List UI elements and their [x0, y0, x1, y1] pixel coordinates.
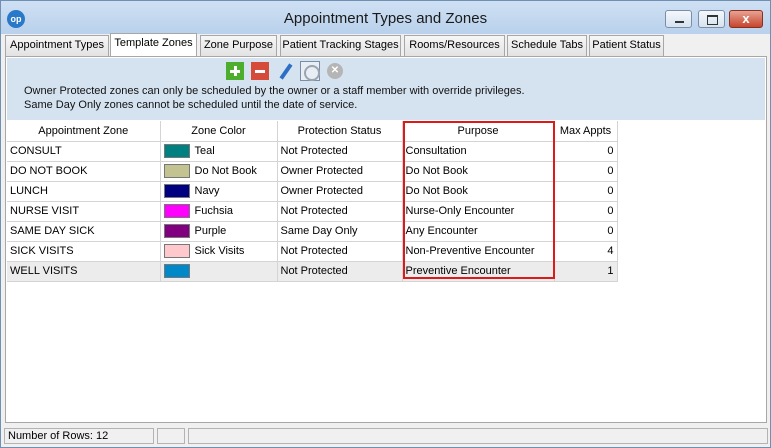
purpose-cell[interactable]: Nurse-Only Encounter — [402, 201, 555, 222]
purpose-cell[interactable]: Do Not Book — [402, 161, 555, 182]
color-name: Navy — [194, 184, 220, 197]
tab-zone-purpose[interactable]: Zone Purpose — [200, 35, 277, 56]
title-bar: op Appointment Types and Zones x — [1, 1, 770, 34]
max-appts-cell[interactable]: 0 — [554, 201, 618, 222]
color-name: Do Not Book — [194, 164, 257, 177]
row-count-status: Number of Rows: 12 — [4, 428, 154, 444]
max-appts-cell[interactable]: 4 — [554, 241, 618, 262]
tab-bar: Appointment Types Template Zones Zone Pu… — [5, 33, 765, 56]
maximize-button[interactable] — [698, 10, 725, 28]
zone-cell[interactable]: WELL VISITS — [7, 261, 161, 282]
protection-cell[interactable]: Not Protected — [277, 241, 403, 262]
max-appts-cell[interactable]: 0 — [554, 221, 618, 242]
tab-rooms-resources[interactable]: Rooms/Resources — [404, 35, 505, 56]
header-protection-status[interactable]: Protection Status — [277, 121, 403, 142]
status-panel-3 — [188, 428, 768, 444]
purpose-cell[interactable]: Preventive Encounter — [402, 261, 555, 282]
minimize-button[interactable] — [665, 10, 692, 28]
close-button[interactable]: x — [729, 10, 763, 28]
header-zone-color[interactable]: Zone Color — [160, 121, 278, 142]
color-swatch — [163, 144, 190, 158]
zones-table: Appointment Zone Zone Color Protection S… — [7, 121, 618, 282]
color-cell[interactable]: Teal — [160, 141, 278, 162]
tab-patient-tracking-stages[interactable]: Patient Tracking Stages — [280, 35, 401, 56]
zone-cell[interactable]: LUNCH — [7, 181, 161, 202]
table-row[interactable]: SICK VISITS Sick Visits Not Protected Non-P… — [7, 241, 618, 262]
protection-cell[interactable]: Owner Protected — [277, 161, 403, 182]
color-cell[interactable] — [160, 261, 278, 282]
color-swatch — [163, 164, 190, 178]
color-cell[interactable]: Do Not Book — [160, 161, 278, 182]
toolbar: Owner Protected zones can only be schedu… — [7, 58, 765, 120]
delete-icon[interactable] — [250, 61, 270, 81]
table-header-row: Appointment Zone Zone Color Protection S… — [7, 121, 618, 142]
protection-cell[interactable]: Not Protected — [277, 261, 403, 282]
table-row[interactable]: NURSE VISIT Fuchsia Not Protected Nurse-Onl… — [7, 201, 618, 222]
max-appts-cell[interactable]: 0 — [554, 141, 618, 162]
add-icon[interactable] — [225, 61, 245, 81]
template-zones-panel: Owner Protected zones can only be schedu… — [5, 56, 767, 423]
max-appts-cell[interactable]: 0 — [554, 161, 618, 182]
color-swatch — [163, 244, 190, 258]
table-row[interactable]: LUNCH Navy Owner Protected Do Not Book 0 — [7, 181, 618, 202]
color-swatch — [163, 184, 190, 198]
header-purpose[interactable]: Purpose — [402, 121, 555, 142]
purpose-cell[interactable]: Any Encounter — [402, 221, 555, 242]
protection-cell[interactable]: Same Day Only — [277, 221, 403, 242]
purpose-cell[interactable]: Consultation — [402, 141, 555, 162]
protection-cell[interactable]: Owner Protected — [277, 181, 403, 202]
protection-cell[interactable]: Not Protected — [277, 141, 403, 162]
table-row[interactable]: SAME DAY SICK Purple Same Day Only Any Enco… — [7, 221, 618, 242]
color-swatch — [163, 204, 190, 218]
color-swatch — [163, 224, 190, 238]
color-name: Sick Visits — [194, 244, 245, 257]
edit-icon[interactable] — [275, 61, 295, 81]
color-cell[interactable]: Fuchsia — [160, 201, 278, 222]
status-bar: Number of Rows: 12 — [1, 426, 770, 447]
tab-schedule-tabs[interactable]: Schedule Tabs — [507, 35, 587, 56]
header-appointment-zone[interactable]: Appointment Zone — [7, 121, 161, 142]
table-row[interactable]: WELL VISITS Not Protected Preventive Encou… — [7, 261, 618, 282]
same-day-note: Same Day Only zones cannot be scheduled … — [24, 99, 358, 111]
tab-patient-status[interactable]: Patient Status — [589, 35, 664, 56]
purpose-cell[interactable]: Non-Preventive Encounter — [402, 241, 555, 262]
view-icon[interactable] — [300, 61, 320, 81]
color-name: Purple — [194, 224, 227, 237]
cancel-icon[interactable] — [325, 61, 345, 81]
purpose-cell[interactable]: Do Not Book — [402, 181, 555, 202]
color-cell[interactable]: Sick Visits — [160, 241, 278, 262]
zone-cell[interactable]: NURSE VISIT — [7, 201, 161, 222]
color-cell[interactable]: Purple — [160, 221, 278, 242]
tab-template-zones[interactable]: Template Zones — [110, 33, 197, 56]
color-swatch — [163, 264, 190, 278]
protection-cell[interactable]: Not Protected — [277, 201, 403, 222]
status-panel-2 — [157, 428, 185, 444]
table-row[interactable]: DO NOT BOOK Do Not Book Owner Protected Do … — [7, 161, 618, 182]
zone-cell[interactable]: DO NOT BOOK — [7, 161, 161, 182]
window-title: Appointment Types and Zones — [283, 10, 488, 27]
zone-cell[interactable]: CONSULT — [7, 141, 161, 162]
max-appts-cell[interactable]: 0 — [554, 181, 618, 202]
owner-protected-note: Owner Protected zones can only be schedu… — [24, 85, 525, 97]
close-icon: x — [742, 11, 750, 26]
header-max-appts[interactable]: Max Appts — [554, 121, 618, 142]
appointment-types-window: op Appointment Types and Zones x Appoint… — [0, 0, 771, 448]
max-appts-cell[interactable]: 1 — [554, 261, 618, 282]
zone-cell[interactable]: SICK VISITS — [7, 241, 161, 262]
color-cell[interactable]: Navy — [160, 181, 278, 202]
zone-cell[interactable]: SAME DAY SICK — [7, 221, 161, 242]
table-row[interactable]: CONSULT Teal Not Protected Consultation 0 — [7, 141, 618, 162]
color-name: Fuchsia — [194, 204, 234, 217]
color-name: Teal — [194, 144, 215, 157]
tab-appointment-types[interactable]: Appointment Types — [5, 35, 109, 56]
